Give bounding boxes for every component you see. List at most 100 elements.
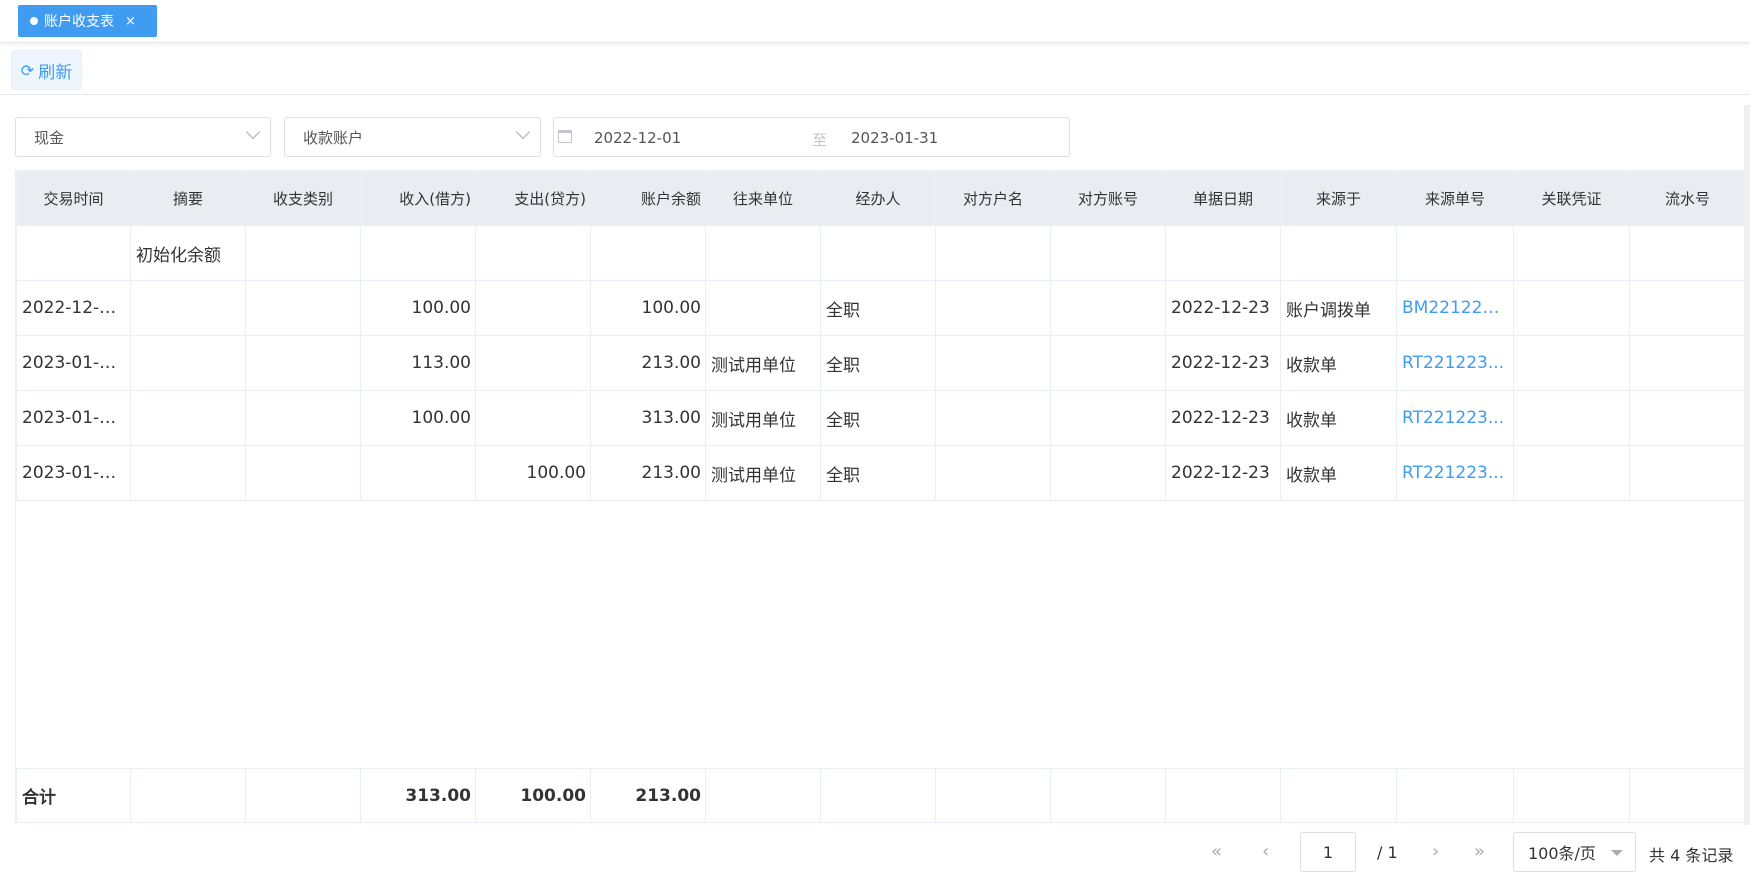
table-cell: [1629, 445, 1746, 501]
account-value: 收款账户: [303, 128, 364, 147]
column-header[interactable]: 往来单位: [705, 171, 821, 226]
table-cell: 2022-12-23: [1165, 280, 1281, 336]
table-row[interactable]: 2023-01-0... 113.00 213.00 测试用单位 全职 2022-12-2…: [16, 335, 1746, 391]
table-cell: 测试用单位: [705, 335, 821, 391]
table-cell: [705, 225, 821, 281]
source-number-link[interactable]: RT221223...: [1396, 335, 1514, 391]
pagination: « ‹ / 1 › » 100条/页 共 4 条记录: [1200, 832, 1750, 872]
account-type-select[interactable]: 现金: [15, 117, 271, 157]
table-cell: [1050, 445, 1166, 501]
table-cell: [935, 445, 1051, 501]
account-select[interactable]: 收款账户: [284, 117, 541, 157]
table-cell: [245, 335, 361, 391]
total-cell: 213.00: [590, 768, 706, 823]
toolbar: ⟳ 刷新: [0, 43, 1750, 95]
column-header[interactable]: 账户余额: [590, 171, 706, 226]
refresh-button[interactable]: ⟳ 刷新: [11, 50, 82, 90]
column-header[interactable]: 收入(借方): [360, 171, 476, 226]
refresh-icon: ⟳: [20, 60, 35, 80]
source-number-link[interactable]: RT221223...: [1396, 390, 1514, 446]
date-start[interactable]: 2022-12-01: [594, 129, 681, 147]
table-row[interactable]: 2023-01-0... 100.00 313.00 测试用单位 全职 2022-12-2…: [16, 390, 1746, 446]
table-cell: [1050, 390, 1166, 446]
column-header[interactable]: 摘要: [130, 171, 246, 226]
table-cell: 100.00: [360, 280, 476, 336]
table-row[interactable]: 初始化余额: [16, 225, 1746, 281]
table-cell: 收款单: [1280, 335, 1397, 391]
table-cell: [1513, 280, 1630, 336]
calendar-icon: [558, 130, 572, 143]
table-cell: 2022-12-2...: [16, 280, 131, 336]
table-cell: [130, 390, 246, 446]
table-cell: [16, 225, 131, 281]
table-cell: 100.00: [475, 445, 591, 501]
table-cell: [1513, 390, 1630, 446]
record-count: 共 4 条记录: [1649, 846, 1734, 865]
table-cell: [130, 335, 246, 391]
table-cell: [245, 390, 361, 446]
column-header[interactable]: 来源于: [1280, 171, 1397, 226]
table-cell: 2023-01-0...: [16, 335, 131, 391]
total-cell: [705, 768, 821, 823]
table-cell: [820, 225, 936, 281]
total-cell: [1165, 768, 1281, 823]
table-cell: [475, 390, 591, 446]
table-cell: [475, 280, 591, 336]
page-size-select[interactable]: 100条/页: [1513, 832, 1636, 872]
table-cell: [935, 390, 1051, 446]
column-header[interactable]: 来源单号: [1396, 171, 1514, 226]
column-header[interactable]: 对方户名: [935, 171, 1051, 226]
date-range-picker[interactable]: 2022-12-01 至 2023-01-31: [553, 117, 1070, 157]
table-cell: 收款单: [1280, 390, 1397, 446]
column-header[interactable]: 交易时间: [16, 171, 131, 226]
table-row[interactable]: 2022-12-2... 100.00 100.00 全职 2022-12-23 账户调拨…: [16, 280, 1746, 336]
prev-page-icon[interactable]: ‹: [1262, 841, 1269, 862]
total-cell: [1396, 768, 1514, 823]
table-cell: 全职: [820, 445, 936, 501]
table-cell: 收款单: [1280, 445, 1397, 501]
column-header[interactable]: 收支类别: [245, 171, 361, 226]
table-cell: 313.00: [590, 390, 706, 446]
table-cell: 213.00: [590, 445, 706, 501]
column-header[interactable]: 对方账号: [1050, 171, 1166, 226]
table-cell: 初始化余额: [130, 225, 246, 281]
column-header[interactable]: 经办人: [820, 171, 936, 226]
caret-down-icon: [1611, 850, 1623, 856]
vertical-scrollbar[interactable]: [1744, 105, 1750, 825]
chevron-down-icon: [245, 124, 261, 140]
table-cell: 账户调拨单: [1280, 280, 1397, 336]
table-row[interactable]: 2023-01-0... 100.00 213.00 测试用单位 全职 2022-12-2…: [16, 445, 1746, 501]
column-header[interactable]: 流水号: [1629, 171, 1746, 226]
table-cell: 2022-12-23: [1165, 335, 1281, 391]
table-cell: [1629, 335, 1746, 391]
source-number-link[interactable]: [1396, 225, 1514, 281]
table-cell: [360, 445, 476, 501]
table-cell: [1629, 390, 1746, 446]
source-number-link[interactable]: RT221223...: [1396, 445, 1514, 501]
column-header[interactable]: 关联凭证: [1513, 171, 1630, 226]
table-cell: [1629, 225, 1746, 281]
table-cell: [1050, 335, 1166, 391]
table-cell: 100.00: [360, 390, 476, 446]
column-header[interactable]: 单据日期: [1165, 171, 1281, 226]
next-page-icon[interactable]: ›: [1432, 841, 1439, 862]
table-cell: 2023-01-0...: [16, 390, 131, 446]
date-separator: 至: [812, 131, 828, 149]
table-cell: [1513, 225, 1630, 281]
date-end[interactable]: 2023-01-31: [851, 129, 938, 147]
table-cell: [935, 280, 1051, 336]
page-number-input[interactable]: [1300, 832, 1356, 872]
refresh-label: 刷新: [38, 62, 73, 83]
table-cell: [245, 225, 361, 281]
table-header-row: 交易时间 摘要 收支类别 收入(借方) 支出(贷方) 账户余额 往来单位 经办人…: [16, 171, 1746, 226]
source-number-link[interactable]: BM221223...: [1396, 280, 1514, 336]
active-dot-icon: [30, 17, 38, 25]
table-cell: 2022-12-23: [1165, 390, 1281, 446]
table-cell: [360, 225, 476, 281]
first-page-icon[interactable]: «: [1211, 841, 1222, 862]
last-page-icon[interactable]: »: [1474, 841, 1485, 862]
close-icon[interactable]: ×: [125, 14, 136, 29]
tab-account-income-expense[interactable]: 账户收支表 ×: [18, 5, 157, 37]
total-cell: [1513, 768, 1630, 823]
column-header[interactable]: 支出(贷方): [475, 171, 591, 226]
